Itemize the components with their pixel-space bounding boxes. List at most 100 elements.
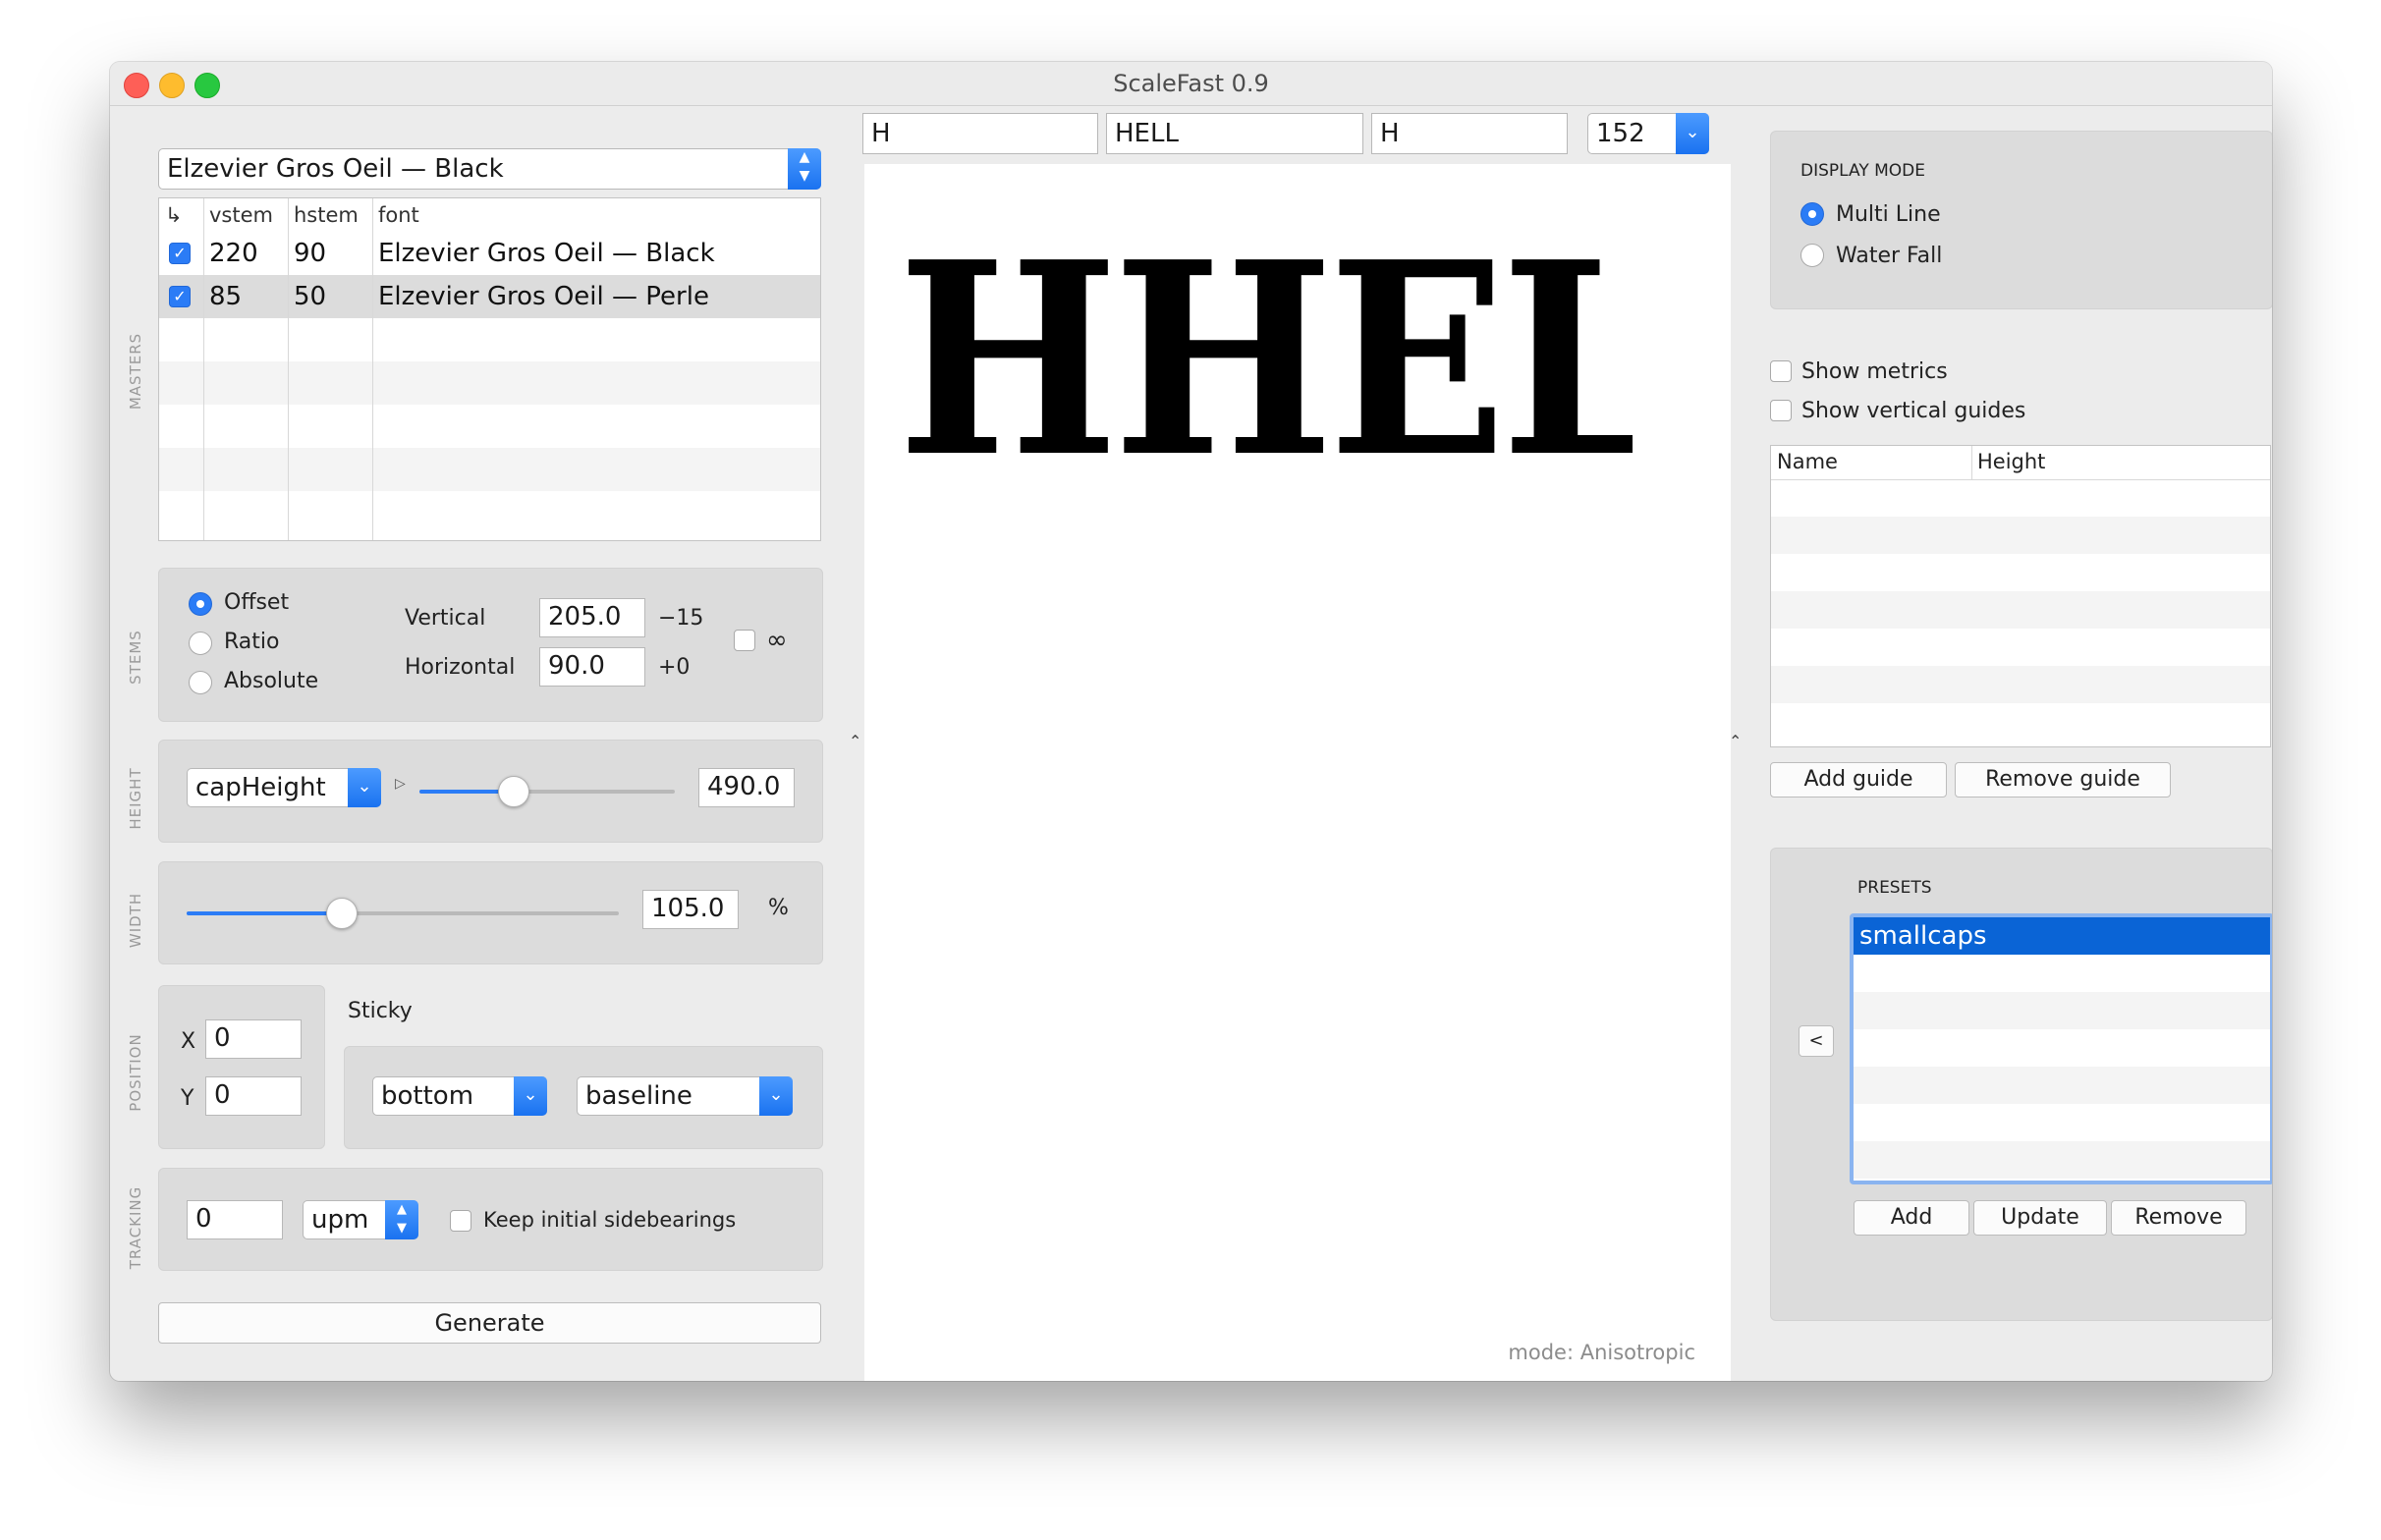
tracking-unit-value: upm (311, 1205, 369, 1235)
font-cell: Elzevier Gros Oeil — Black (378, 239, 715, 268)
tracking-unit-select[interactable]: upm ▲ ▼ (303, 1200, 418, 1239)
infinity-checkbox[interactable] (734, 630, 755, 651)
horizontal-delta: +0 (658, 655, 691, 680)
show-metrics-checkbox[interactable] (1770, 360, 1792, 382)
split-handle-left[interactable]: ⌃ (849, 732, 861, 750)
x-label: X (181, 1029, 196, 1054)
horizontal-stem-field[interactable]: 90.0 (539, 647, 645, 687)
table-row[interactable]: ✓ 85 50 Elzevier Gros Oeil — Perle (159, 275, 820, 318)
add-guide-button[interactable]: Add guide (1770, 762, 1947, 798)
presets-label: PRESETS (1857, 878, 1932, 898)
width-value-field[interactable]: 105.0 (642, 890, 739, 929)
multi-line-radio[interactable] (1800, 202, 1824, 226)
glyph-left-field[interactable]: H (862, 113, 1098, 154)
master-enabled-checkbox[interactable]: ✓ (169, 243, 191, 264)
font-cell: Elzevier Gros Oeil — Perle (378, 282, 709, 311)
remove-guide-button[interactable]: Remove guide (1955, 762, 2171, 798)
table-row[interactable]: ✓ 220 90 Elzevier Gros Oeil — Black (159, 232, 820, 275)
preset-item-smallcaps[interactable]: smallcaps (1854, 917, 2270, 955)
master-enabled-checkbox[interactable]: ✓ (169, 286, 191, 307)
tracking-value-field[interactable]: 0 (187, 1200, 283, 1239)
keep-sidebearings-checkbox[interactable] (450, 1210, 471, 1232)
display-mode-panel: DISPLAY MODE Multi Line Water Fall (1770, 131, 2272, 309)
keep-sidebearings-label: Keep initial sidebearings (483, 1208, 737, 1232)
guides-table: Name Height (1770, 445, 2271, 747)
hstem-cell: 50 (294, 282, 327, 311)
empty-row (159, 491, 820, 534)
column-divider (372, 198, 373, 540)
y-position-field[interactable]: 0 (205, 1076, 302, 1116)
update-preset-button[interactable]: Update (1973, 1200, 2107, 1236)
empty-row (1854, 1067, 2270, 1104)
remove-preset-button[interactable]: Remove (2111, 1200, 2246, 1236)
stems-panel: Offset Ratio Absolute Vertical 205.0 −15… (158, 568, 823, 722)
water-fall-radio[interactable] (1800, 244, 1824, 267)
vertical-label: Vertical (405, 606, 486, 631)
chevron-down-icon: ⌄ (759, 1076, 793, 1116)
show-vertical-guides-checkbox[interactable] (1770, 400, 1792, 421)
position-section-label: POSITION (127, 1033, 144, 1112)
vstem-cell: 85 (209, 282, 243, 311)
empty-row (1771, 666, 2270, 703)
absolute-radio[interactable] (189, 671, 212, 694)
collapse-presets-button[interactable]: < (1799, 1025, 1834, 1057)
column-header-height[interactable]: Height (1977, 450, 2045, 473)
width-slider-knob[interactable] (326, 898, 358, 929)
x-position-field[interactable]: 0 (205, 1019, 302, 1059)
chevron-down-icon: ⌄ (348, 768, 381, 807)
y-label: Y (181, 1086, 194, 1111)
generate-button[interactable]: Generate (158, 1302, 821, 1344)
empty-row (159, 361, 820, 405)
disclosure-triangle-icon[interactable]: ▷ (395, 776, 406, 792)
stems-section-label: STEMS (127, 630, 144, 685)
empty-row (1771, 517, 2270, 554)
sticky-vertical-select[interactable]: bottom ⌄ (372, 1076, 547, 1116)
glyph-right-field[interactable]: H (1371, 113, 1568, 154)
sticky-label: Sticky (348, 999, 413, 1023)
masters-table-header: ↳ vstem hstem font (159, 198, 820, 233)
column-divider (1971, 446, 1972, 479)
empty-row (159, 318, 820, 361)
empty-row (159, 448, 820, 491)
height-slider-knob[interactable] (498, 776, 529, 807)
height-reference-value: capHeight (195, 773, 326, 802)
ratio-label: Ratio (224, 630, 280, 654)
width-slider[interactable] (187, 898, 619, 929)
empty-row (159, 405, 820, 448)
height-value-field[interactable]: 490.0 (698, 768, 795, 807)
column-header-font[interactable]: font (372, 198, 765, 232)
sticky-reference-select[interactable]: baseline ⌄ (577, 1076, 793, 1116)
chevron-down-icon: ⌄ (1676, 113, 1709, 154)
infinity-icon: ∞ (766, 626, 788, 655)
vertical-stem-field[interactable]: 205.0 (539, 598, 645, 637)
glyph-text-field[interactable]: HELL (1106, 113, 1363, 154)
guides-table-header: Name Height (1771, 446, 2270, 480)
point-size-select[interactable]: 152 ⌄ (1587, 113, 1709, 154)
hstem-cell: 90 (294, 239, 327, 268)
width-slider-fill (187, 911, 342, 915)
chevron-down-icon: ⌄ (514, 1076, 547, 1116)
show-metrics-label: Show metrics (1801, 359, 1948, 384)
ratio-radio[interactable] (189, 632, 212, 655)
height-panel: capHeight ⌄ ▷ 490.0 (158, 740, 823, 843)
presets-list[interactable]: smallcaps (1850, 913, 2272, 1184)
add-preset-button[interactable]: Add (1854, 1200, 1969, 1236)
height-slider[interactable] (419, 776, 675, 807)
point-size-value: 152 (1596, 119, 1645, 148)
font-select[interactable]: Elzevier Gros Oeil — Black ▲ ▼ (158, 148, 821, 190)
up-down-chevron-icon: ▲ ▼ (385, 1200, 418, 1239)
offset-label: Offset (224, 590, 290, 615)
title-bar: ScaleFast 0.9 (110, 62, 2272, 106)
sticky-vertical-value: bottom (381, 1081, 474, 1111)
offset-radio[interactable] (189, 592, 212, 616)
column-header-name[interactable]: Name (1777, 450, 1838, 473)
preset-item-label: smallcaps (1859, 921, 1987, 951)
preview-canvas: HHEL mode: Anisotropic (864, 164, 1731, 1381)
width-section-label: WIDTH (127, 892, 144, 949)
tracking-panel: 0 upm ▲ ▼ Keep initial sidebearings (158, 1168, 823, 1271)
masters-table: ↳ vstem hstem font ✓ 220 90 Elzevier Gro… (158, 197, 821, 541)
column-header-vstem[interactable]: vstem (203, 198, 288, 232)
split-handle-right[interactable]: ⌃ (1729, 732, 1742, 750)
height-reference-select[interactable]: capHeight ⌄ (187, 768, 381, 807)
column-header-hstem[interactable]: hstem (288, 198, 372, 232)
